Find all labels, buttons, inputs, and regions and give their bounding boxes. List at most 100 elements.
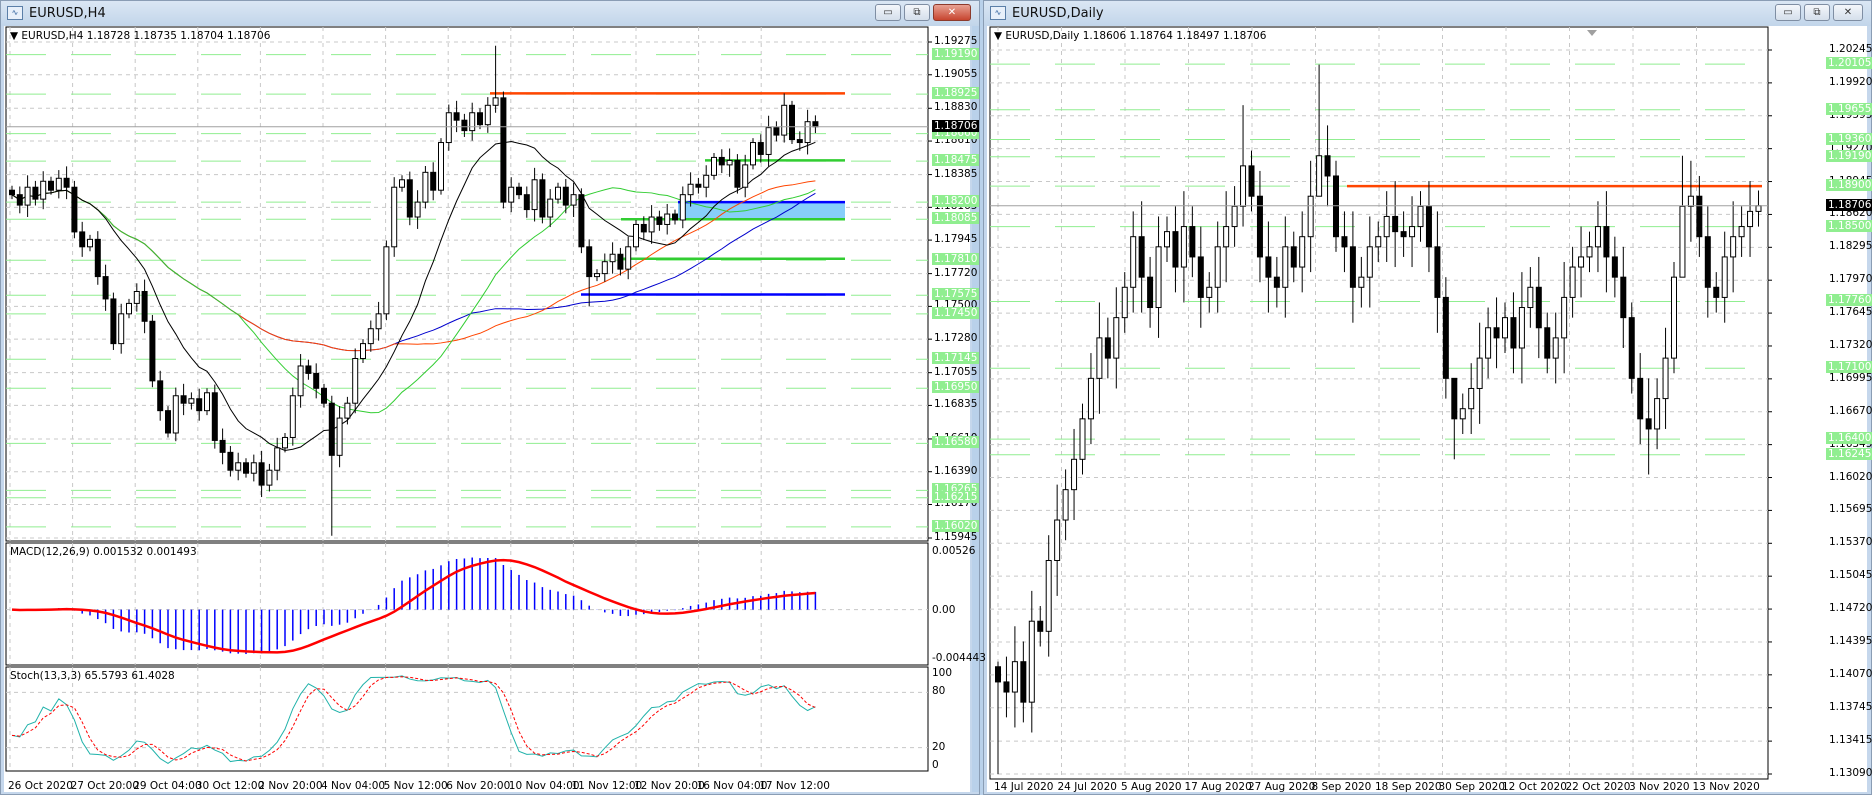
bull-candle xyxy=(1476,357,1483,389)
bull-candle xyxy=(1459,408,1466,420)
level-price-label: 1.16400 xyxy=(1826,432,1872,445)
bull-candle xyxy=(375,313,382,330)
bear-candle xyxy=(523,194,530,211)
date-tick-label: 13 Nov 2020 xyxy=(1692,781,1760,793)
bull-candle xyxy=(531,179,538,211)
bear-candle xyxy=(1324,155,1331,177)
stoch-main-line xyxy=(11,675,816,764)
bear-candle xyxy=(812,121,819,128)
bull-candle xyxy=(188,398,195,404)
date-tick-label: 4 Nov 04:00 xyxy=(321,780,386,792)
current-price-tag: 1.18706 xyxy=(1826,198,1872,211)
bear-candle xyxy=(1442,296,1449,379)
bear-candle xyxy=(180,395,187,404)
bear-candle xyxy=(539,179,546,218)
bear-candle xyxy=(71,186,78,233)
date-tick-label: 30 Oct 12:00 xyxy=(195,780,265,792)
bear-candle xyxy=(1189,226,1196,258)
bull-candle xyxy=(1054,519,1061,561)
bull-candle xyxy=(679,194,686,221)
support-zone xyxy=(678,202,845,220)
level-price-label: 1.19190 xyxy=(932,47,980,60)
bear-candle xyxy=(1535,286,1542,329)
bear-candle xyxy=(430,171,437,191)
bear-candle xyxy=(1696,195,1703,238)
price-tick-label: 1.14070 xyxy=(1829,667,1872,680)
price-tick-label: 1.17280 xyxy=(934,332,978,345)
level-price-label: 1.18475 xyxy=(932,154,980,167)
bull-candle xyxy=(742,164,749,188)
level-price-label: 1.20105 xyxy=(1826,57,1872,70)
level-price-label: 1.19655 xyxy=(1826,102,1872,115)
bear-candle xyxy=(157,380,164,412)
level-price-label: 1.16950 xyxy=(932,381,980,394)
bull-candle xyxy=(250,462,257,474)
price-tick-label: 1.19055 xyxy=(934,67,978,80)
bear-candle xyxy=(640,223,647,233)
bull-candle xyxy=(1662,357,1669,400)
bear-candle xyxy=(149,320,156,382)
bull-candle xyxy=(1747,210,1754,228)
bull-candle xyxy=(1045,559,1052,632)
bear-candle xyxy=(1645,418,1652,430)
bull-candle xyxy=(40,180,47,200)
bull-candle xyxy=(469,112,476,132)
bear-candle xyxy=(165,410,171,434)
bull-candle xyxy=(1687,195,1694,207)
bear-candle xyxy=(94,238,101,278)
macd-axis-label: 0.00 xyxy=(932,604,956,616)
price-tick-label: 1.15945 xyxy=(934,531,978,543)
price-tick-label: 1.20245 xyxy=(1829,43,1872,55)
price-tick-label: 1.13745 xyxy=(1829,700,1872,713)
bull-candle xyxy=(664,213,671,225)
bull-candle xyxy=(87,238,93,248)
bear-candle xyxy=(305,365,312,374)
bull-candle xyxy=(1552,337,1559,359)
bull-candle xyxy=(1155,246,1162,309)
bull-candle xyxy=(1307,195,1314,238)
bear-candle xyxy=(1628,317,1635,379)
bear-candle xyxy=(9,189,15,196)
price-tick-label: 1.17320 xyxy=(1829,338,1872,351)
level-price-label: 1.17760 xyxy=(1826,294,1872,307)
bull-candle xyxy=(1282,246,1289,288)
current-price-tag: 1.18706 xyxy=(932,119,980,132)
bull-candle xyxy=(484,104,491,126)
stoch-signal-line xyxy=(11,676,816,762)
bear-candle xyxy=(1003,681,1010,693)
date-tick-label: 22 Oct 2020 xyxy=(1565,781,1631,793)
bear-candle xyxy=(110,298,117,345)
date-tick-label: 6 Nov 20:00 xyxy=(446,780,511,792)
price-tick-label: 1.18295 xyxy=(1829,240,1872,253)
bull-candle xyxy=(289,395,296,438)
bull-candle xyxy=(1214,246,1221,288)
stoch-axis-label: 80 xyxy=(932,685,946,698)
date-tick-label: 12 Oct 2020 xyxy=(1502,781,1567,793)
date-tick-label: 29 Oct 04:00 xyxy=(133,780,202,792)
level-price-label: 1.16580 xyxy=(932,436,980,449)
bear-candle xyxy=(313,372,320,389)
bear-candle xyxy=(995,666,1001,683)
bull-candle xyxy=(1730,236,1737,258)
bull-candle xyxy=(1299,236,1306,268)
stoch-pane xyxy=(5,666,929,772)
h4-ohlc-info: ▼ EURUSD,H4 1.18728 1.18735 1.18704 1.18… xyxy=(10,30,271,42)
bull-candle xyxy=(1316,155,1323,197)
bull-candle xyxy=(24,186,31,206)
bear-candle xyxy=(734,159,741,188)
price-tick-label: 1.16995 xyxy=(1829,371,1872,384)
bear-candle xyxy=(211,392,218,441)
bull-candle xyxy=(703,174,710,188)
bear-candle xyxy=(1400,231,1407,238)
date-tick-label: 18 Sep 2020 xyxy=(1375,781,1442,793)
bull-candle xyxy=(1113,317,1120,359)
price-tick-label: 1.17720 xyxy=(934,266,978,279)
bull-candle xyxy=(765,127,772,155)
bull-candle xyxy=(1594,226,1601,248)
bull-candle xyxy=(1096,337,1103,379)
bull-candle xyxy=(1679,205,1686,278)
date-tick-label: 16 Nov 04:00 xyxy=(696,780,768,792)
price-tick-label: 1.17945 xyxy=(934,233,978,246)
level-price-label: 1.17100 xyxy=(1826,361,1872,374)
bear-candle xyxy=(63,177,70,188)
